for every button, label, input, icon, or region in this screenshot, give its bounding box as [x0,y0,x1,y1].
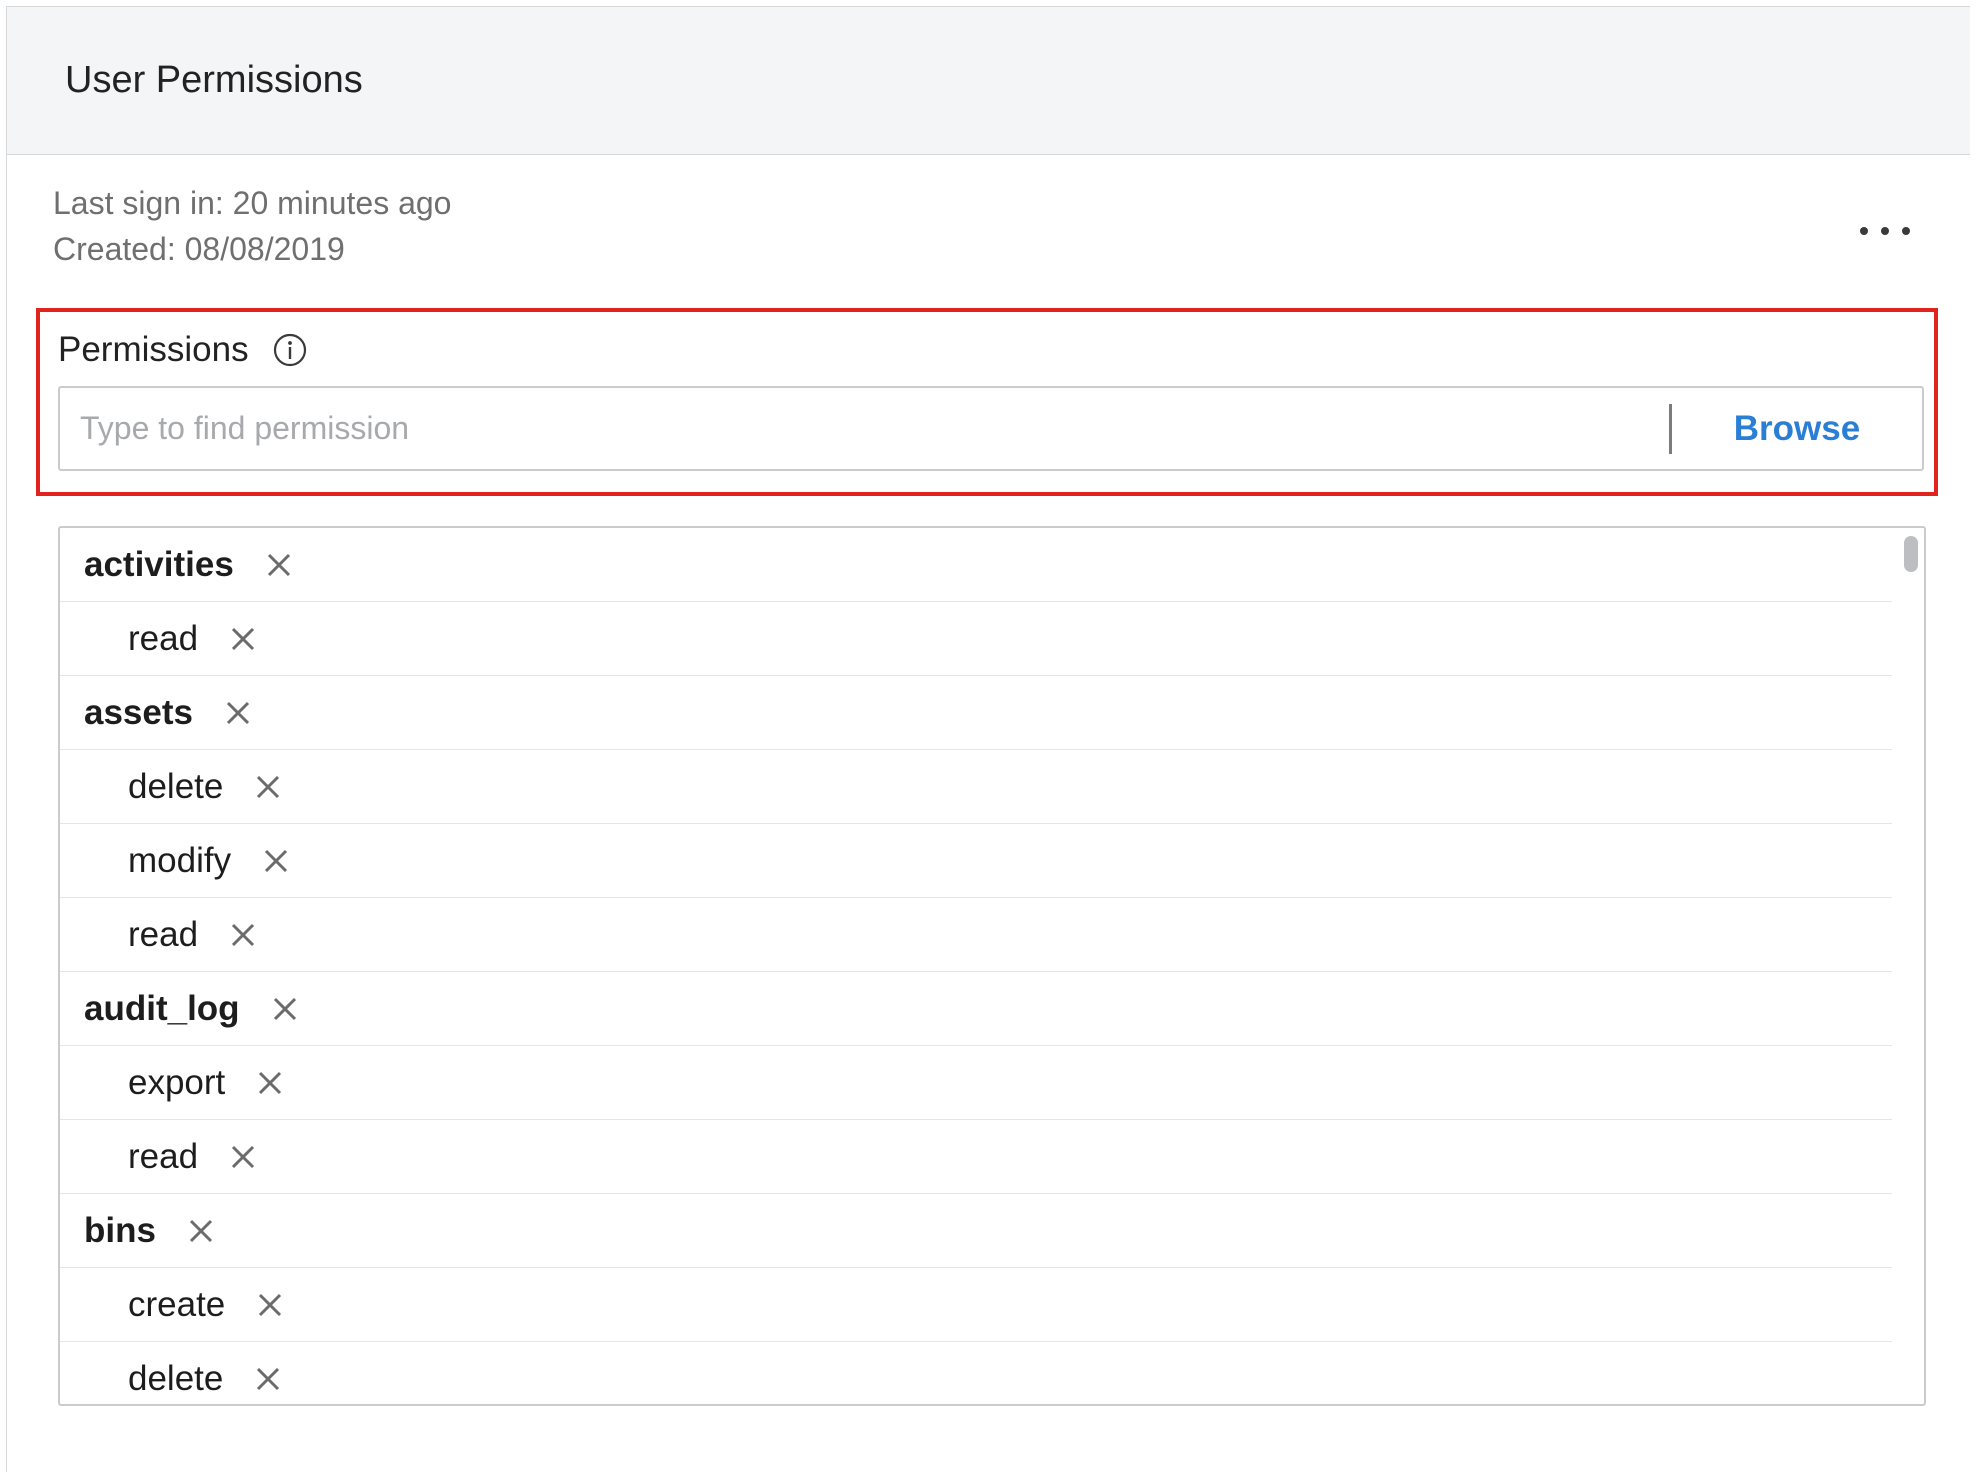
close-icon[interactable] [228,920,258,950]
scrollbar-thumb[interactable] [1904,536,1918,572]
info-icon[interactable] [273,333,307,367]
close-icon[interactable] [270,994,300,1024]
permission-item-row: read [60,602,1892,676]
permission-item-row: delete [60,1342,1892,1404]
close-icon[interactable] [228,1142,258,1172]
close-icon[interactable] [223,698,253,728]
permission-item-row: read [60,1120,1892,1194]
permission-group-row: assets [60,676,1892,750]
permission-item-row: modify [60,824,1892,898]
permission-group-name: audit_log [84,988,240,1028]
more-horizontal-icon-dot [1860,227,1868,235]
permission-name: read [128,1136,199,1176]
more-horizontal-icon-dot [1902,227,1910,235]
more-options-button[interactable] [1860,216,1910,246]
permission-search-field: Browse [58,386,1924,471]
permission-name: create [128,1284,226,1324]
permission-group-name: activities [84,544,234,584]
permission-name: read [128,914,199,954]
permission-group-row: audit_log [60,972,1892,1046]
close-icon[interactable] [253,1364,283,1394]
created-date-text: Created: 08/08/2019 [53,231,345,267]
more-horizontal-icon-dot [1881,227,1889,235]
scrollbar[interactable] [1896,528,1924,1404]
permission-name: export [128,1062,226,1102]
panel-title: User Permissions [65,59,363,101]
close-icon[interactable] [261,846,291,876]
close-icon[interactable] [228,624,258,654]
permission-search-input[interactable] [60,387,1669,470]
permissions-label: Permissions [58,330,249,369]
panel-header: User Permissions [7,7,1970,155]
permission-item-row: create [60,1268,1892,1342]
close-icon[interactable] [264,550,294,580]
permission-name: modify [128,840,232,880]
close-icon[interactable] [253,772,283,802]
permission-item-row: export [60,1046,1892,1120]
permission-group-name: assets [84,692,193,732]
permissions-list[interactable]: activities read assets delete modify read audi… [58,526,1926,1406]
permission-group-row: bins [60,1194,1892,1268]
permission-group-name: bins [84,1210,156,1250]
close-icon[interactable] [255,1068,285,1098]
close-icon[interactable] [186,1216,216,1246]
close-icon[interactable] [255,1290,285,1320]
last-sign-in-text: Last sign in: 20 minutes ago [53,185,452,221]
permission-item-row: delete [60,750,1892,824]
permission-name: delete [128,766,224,806]
permissions-label-row: Permissions [58,325,307,375]
permission-name: delete [128,1358,224,1398]
permission-name: read [128,618,199,658]
permission-item-row: read [60,898,1892,972]
permission-group-row: activities [60,528,1892,602]
user-meta: Last sign in: 20 minutes ago Created: 08… [53,180,451,272]
browse-button[interactable]: Browse [1672,388,1922,469]
permissions-list-items: activities read assets delete modify read audi… [60,528,1892,1404]
